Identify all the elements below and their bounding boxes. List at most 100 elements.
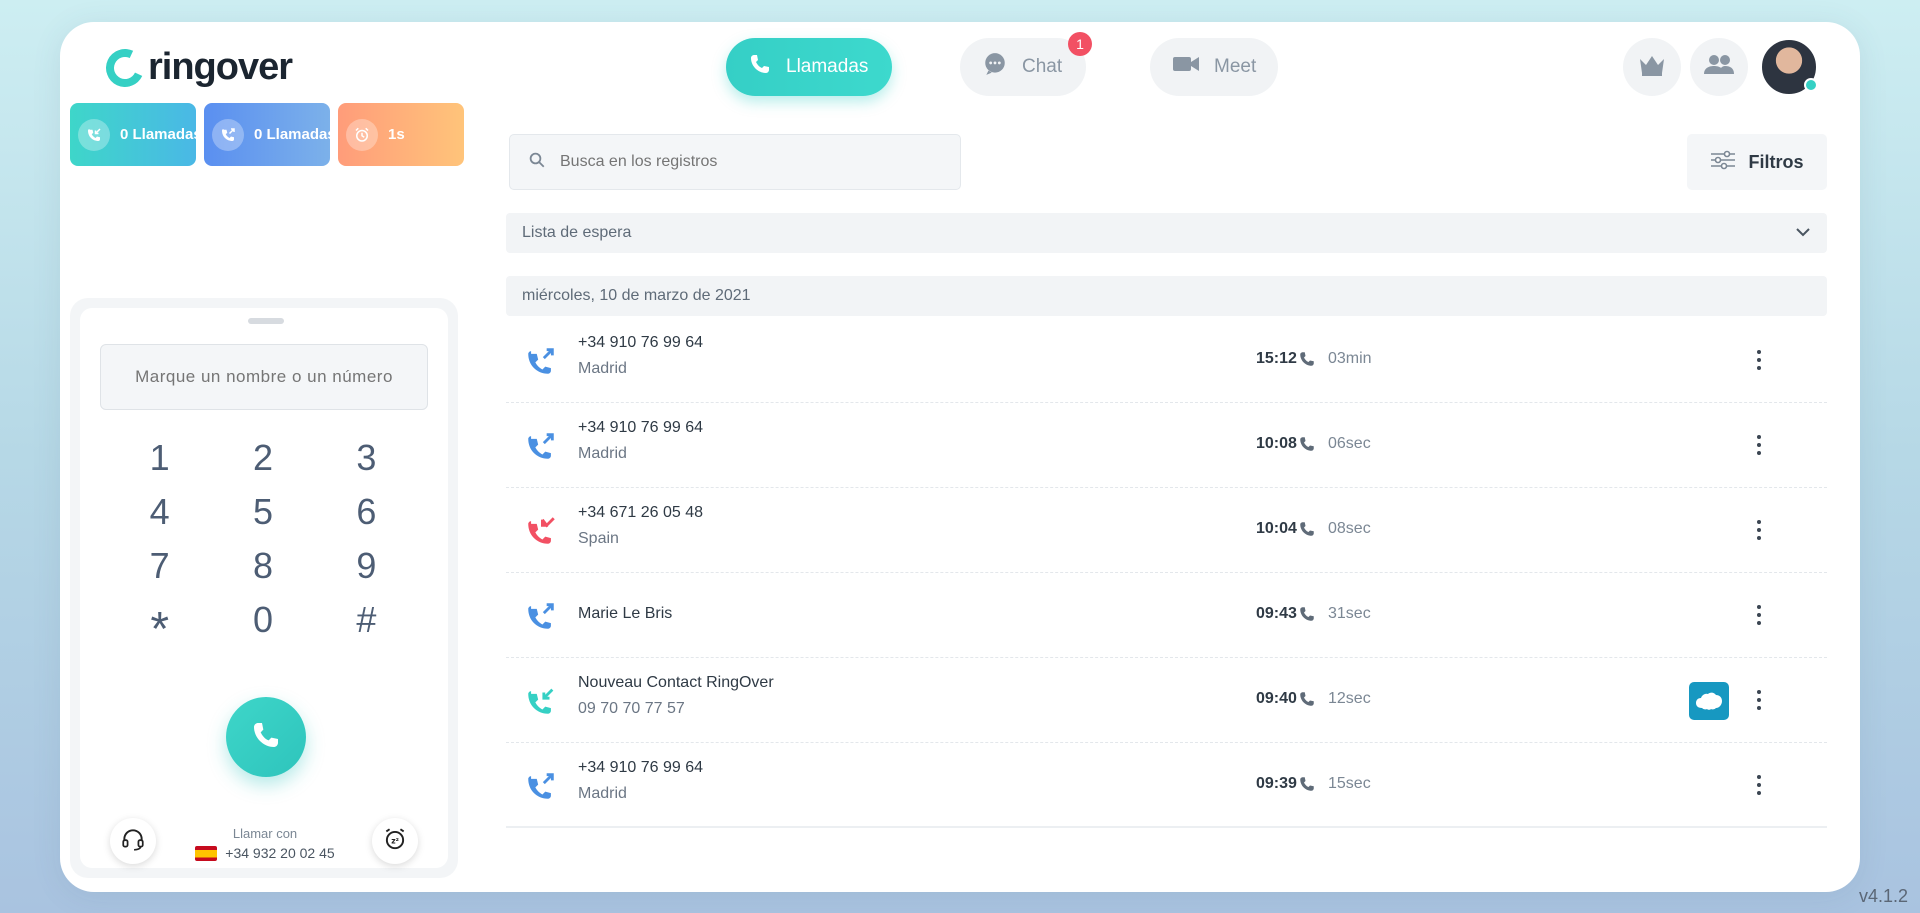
dial-input[interactable]: [100, 344, 428, 410]
crown-icon: [1638, 53, 1666, 82]
call-duration: 31sec: [1328, 605, 1371, 622]
phone-icon: [1298, 520, 1316, 543]
tab-meet-label: Meet: [1214, 56, 1257, 77]
phone-icon: [1298, 605, 1316, 628]
call-duration: 08sec: [1328, 520, 1371, 537]
waitlist-label: Lista de espera: [522, 224, 632, 241]
call-duration: 15sec: [1328, 775, 1371, 792]
drag-handle[interactable]: [248, 318, 284, 324]
key-7[interactable]: 7: [108, 544, 211, 588]
user-avatar[interactable]: [1760, 38, 1818, 96]
key-star[interactable]: *: [108, 598, 211, 656]
more-options-icon[interactable]: [1744, 425, 1774, 465]
waitlist-dropdown[interactable]: Lista de espera: [506, 213, 1827, 253]
call-duration: 03min: [1328, 350, 1372, 367]
key-8[interactable]: 8: [211, 544, 314, 588]
outgoing-call-icon: [524, 599, 558, 633]
snooze-button[interactable]: z²: [372, 818, 418, 864]
key-1[interactable]: 1: [108, 436, 211, 480]
outgoing-call-icon: [212, 118, 244, 151]
call-time: 09:43: [1256, 605, 1297, 622]
outgoing-call-icon: [524, 344, 558, 378]
more-options-icon[interactable]: [1744, 765, 1774, 805]
crown-button[interactable]: [1623, 38, 1681, 96]
call-with[interactable]: Llamar con +34 932 20 02 45: [190, 826, 340, 861]
people-icon: [1704, 54, 1734, 81]
key-hash[interactable]: #: [315, 598, 418, 642]
online-status-dot: [1804, 78, 1818, 92]
outgoing-calls-label: 0 Llamadas: [254, 126, 330, 143]
call-stats: 0 Llamadas 0 Llamadas 1s: [70, 103, 464, 166]
call-time-label: 1s: [388, 126, 405, 143]
dialer-panel: 1 2 3 4 5 6 7 8 9 * 0 #: [70, 298, 458, 878]
call-log-row[interactable]: +34 671 26 05 48 Spain 10:04 08sec: [506, 488, 1827, 573]
key-2[interactable]: 2: [211, 436, 314, 480]
brand-name: ringover: [148, 46, 293, 88]
call-time: 10:04: [1256, 520, 1297, 537]
outgoing-call-icon: [524, 429, 558, 463]
tab-chat[interactable]: Chat 1: [960, 32, 1092, 96]
more-options-icon[interactable]: [1744, 510, 1774, 550]
caller-name: +34 671 26 05 48: [578, 504, 704, 521]
caller-name: Nouveau Contact RingOver: [578, 674, 774, 691]
phone-icon: [250, 719, 282, 756]
chat-bubble-icon: [982, 51, 1008, 83]
contacts-button[interactable]: [1690, 38, 1748, 96]
call-log-row[interactable]: +34 910 76 99 64 Madrid 10:08 06sec: [506, 403, 1827, 488]
filters-button[interactable]: Filtros: [1687, 134, 1827, 190]
chat-unread-badge: 1: [1068, 32, 1092, 56]
tab-calls[interactable]: Llamadas: [726, 38, 892, 96]
key-3[interactable]: 3: [315, 436, 418, 480]
salesforce-icon[interactable]: [1689, 682, 1729, 720]
call-log-row[interactable]: Marie Le Bris 09:43 31sec: [506, 573, 1827, 658]
tab-calls-label: Llamadas: [786, 56, 869, 77]
outgoing-calls-stat[interactable]: 0 Llamadas: [204, 103, 330, 166]
key-0[interactable]: 0: [211, 598, 314, 642]
search-box[interactable]: [509, 134, 961, 190]
tab-chat-label: Chat: [1022, 56, 1063, 77]
headset-button[interactable]: [110, 818, 156, 864]
alarm-icon: [346, 118, 378, 151]
call-time-stat[interactable]: 1s: [338, 103, 464, 166]
key-6[interactable]: 6: [315, 490, 418, 534]
caller-name: Marie Le Bris: [578, 605, 673, 622]
svg-text:z²: z²: [391, 836, 399, 845]
search-input[interactable]: [560, 153, 920, 171]
call-with-label: Llamar con: [232, 826, 298, 841]
call-log-row[interactable]: Nouveau Contact RingOver 09 70 70 77 57 …: [506, 658, 1827, 743]
call-time: 15:12: [1256, 350, 1297, 367]
ringover-logo[interactable]: ringover: [100, 43, 293, 92]
date-label: miércoles, 10 de marzo de 2021: [522, 287, 751, 304]
caller-name: +34 910 76 99 64: [578, 759, 704, 776]
incoming-calls-label: 0 Llamadas: [120, 126, 196, 143]
call-log-row[interactable]: +34 910 76 99 64 Madrid 09:39 15sec: [506, 743, 1827, 828]
sliders-icon: [1710, 150, 1736, 175]
call-with-number: +34 932 20 02 45: [225, 845, 335, 861]
incoming-call-icon: [524, 684, 558, 718]
key-9[interactable]: 9: [315, 544, 418, 588]
outgoing-call-icon: [524, 769, 558, 803]
call-button[interactable]: [226, 697, 306, 777]
caller-name: +34 910 76 99 64: [578, 419, 704, 436]
call-log-row[interactable]: +34 910 76 99 64 Madrid 15:12 03min: [506, 318, 1827, 403]
snooze-alarm-icon: z²: [382, 826, 408, 857]
key-4[interactable]: 4: [108, 490, 211, 534]
date-header: miércoles, 10 de marzo de 2021: [506, 276, 1827, 316]
key-5[interactable]: 5: [211, 490, 314, 534]
missed-call-icon: [524, 514, 558, 548]
call-log-list: +34 910 76 99 64 Madrid 15:12 03min +34 …: [506, 318, 1827, 828]
phone-icon: [1298, 690, 1316, 713]
more-options-icon[interactable]: [1744, 595, 1774, 635]
incoming-call-icon: [78, 118, 110, 151]
call-time: 09:40: [1256, 690, 1297, 707]
version-label: v4.1.2: [1858, 886, 1908, 906]
more-options-icon[interactable]: [1744, 680, 1774, 720]
more-options-icon[interactable]: [1744, 340, 1774, 380]
caller-number: 09 70 70 77 57: [578, 700, 685, 717]
filters-label: Filtros: [1748, 151, 1804, 172]
caller-location: Madrid: [578, 360, 627, 377]
headset-icon: [120, 826, 146, 857]
tab-meet[interactable]: Meet: [1150, 38, 1278, 96]
incoming-calls-stat[interactable]: 0 Llamadas: [70, 103, 196, 166]
video-camera-icon: [1172, 53, 1200, 81]
